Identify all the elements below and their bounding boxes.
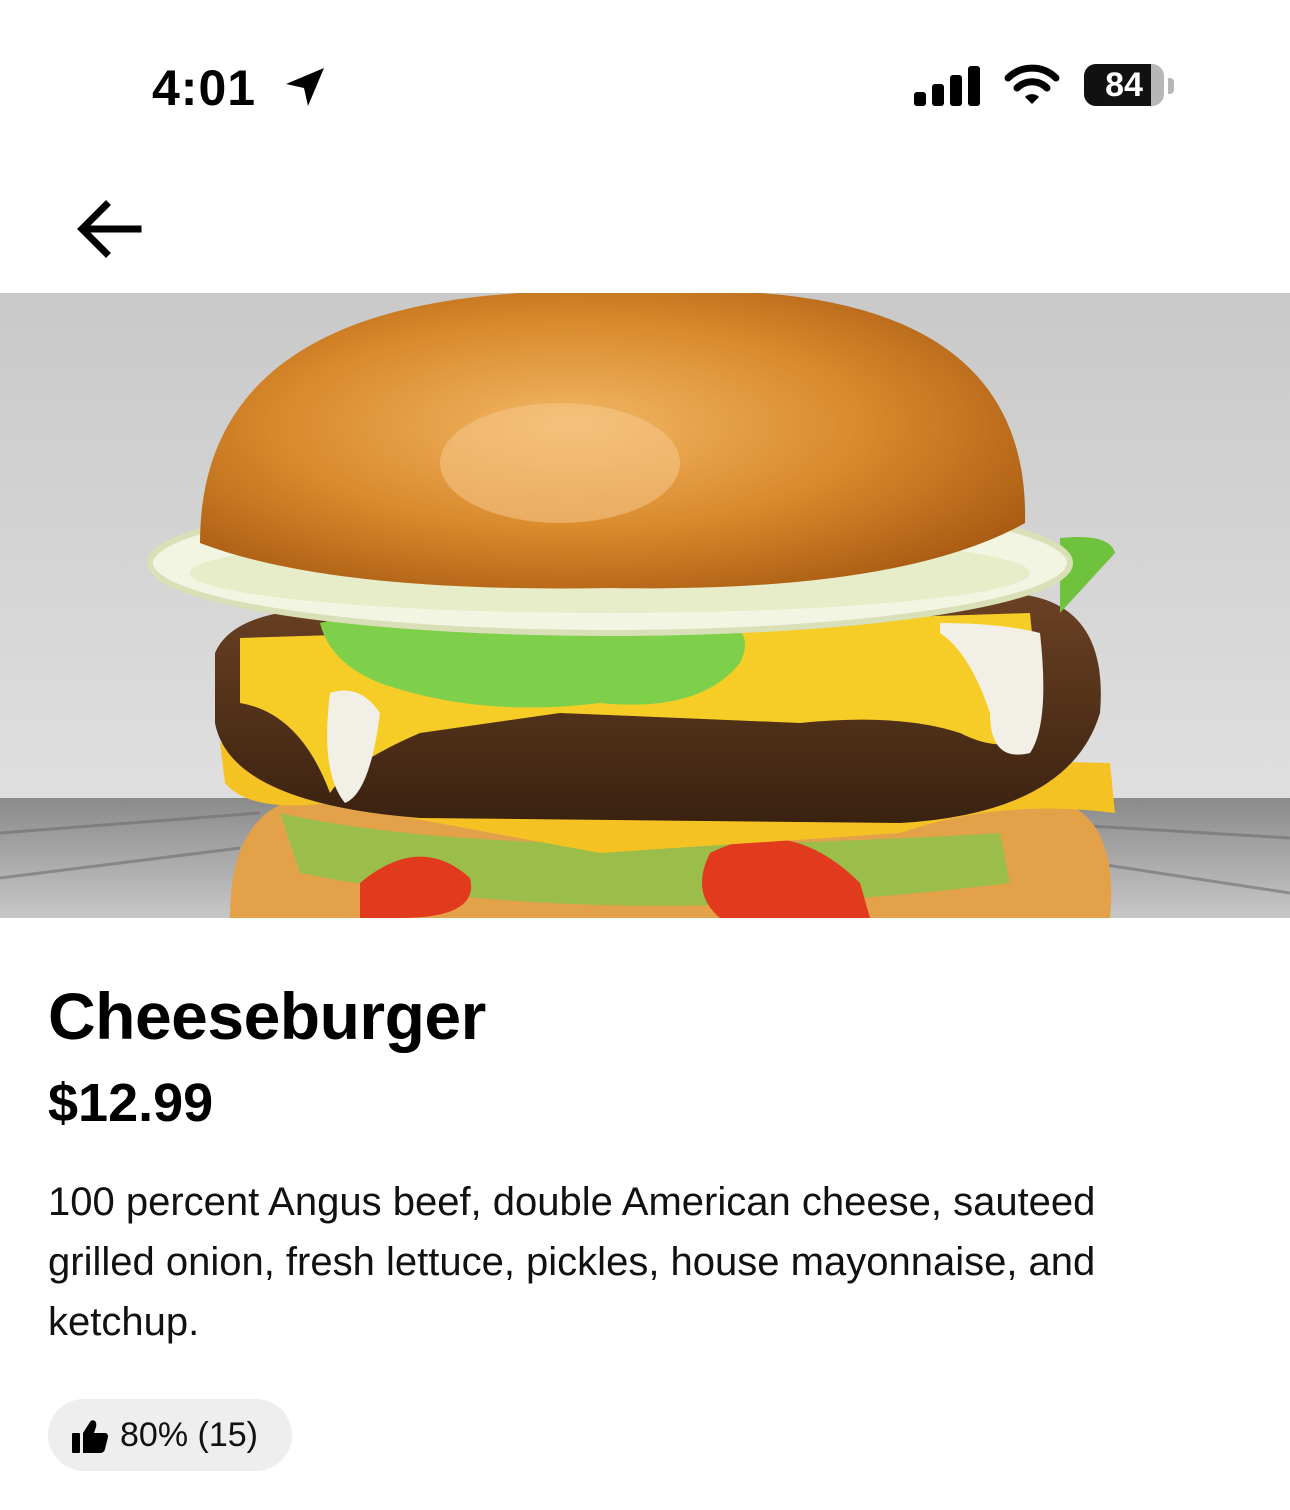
thumbs-up-icon [72,1420,108,1453]
battery-level: 84 [1105,66,1143,104]
item-description: 100 percent Angus beef, double American … [48,1180,1096,1344]
item-title: Cheeseburger [48,979,486,1053]
location-arrow-icon [286,68,324,106]
rating-text: 80% (15) [120,1416,258,1454]
signal-bars-icon [914,66,980,106]
wifi-icon [1004,64,1060,104]
arrow-left-icon [77,200,142,258]
status-time: 4:01 [152,60,257,116]
product-image [0,293,1290,918]
rating-badge[interactable]: 80% (15) [48,1399,292,1471]
back-button[interactable] [62,180,158,276]
battery-icon: 84 [1084,64,1180,108]
item-price: $12.99 [48,1073,214,1133]
status-bar: 4:01 84 [0,0,1290,150]
